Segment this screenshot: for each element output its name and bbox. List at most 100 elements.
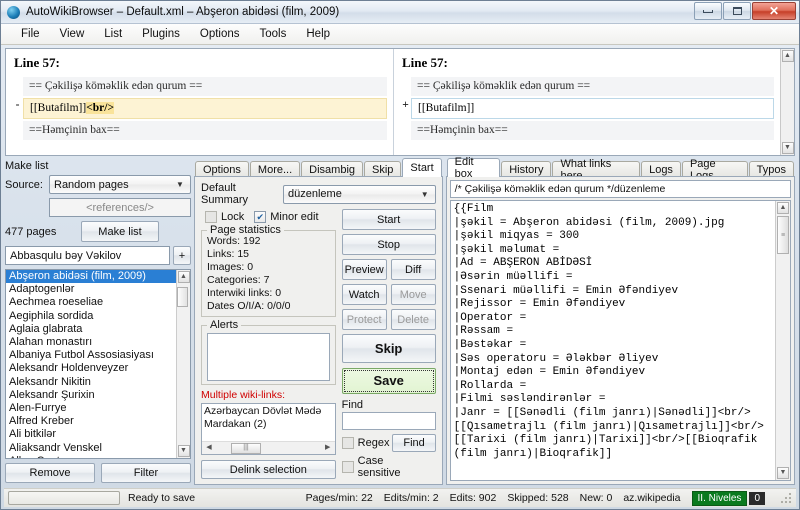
article-list-scrollbar[interactable]: ▲ ▼: [176, 270, 190, 458]
diff-row-context-after: ==Həmçinin bax==: [12, 121, 387, 140]
wikitext-editor[interactable]: {{Film |şəkil = Abşeron abidəsi (film, 2…: [449, 200, 791, 481]
diff-removed-highlight: <br/>: [86, 102, 115, 114]
list-item[interactable]: Adaptogenlər: [6, 283, 176, 296]
add-article-button[interactable]: +: [173, 246, 191, 265]
diff-button[interactable]: Diff: [390, 259, 436, 281]
watch-button[interactable]: Watch: [341, 284, 387, 306]
article-listbox[interactable]: Abşeron abidəsi (film, 2009) Adaptogenlə…: [5, 269, 191, 459]
lock-checkbox-box: [205, 211, 217, 223]
list-item[interactable]: Alen-Furrye: [6, 402, 176, 415]
list-item[interactable]: Ali bitkilər: [6, 428, 176, 441]
edit-panel: Edit box History What links here Logs Pa…: [445, 156, 795, 485]
list-item[interactable]: Aechmea roeseliae: [6, 296, 176, 309]
preview-button[interactable]: Preview: [341, 259, 387, 281]
remove-button[interactable]: Remove: [5, 463, 95, 483]
minor-edit-label: Minor edit: [270, 211, 319, 223]
diff-scrollbar[interactable]: ▲ ▼: [780, 49, 794, 155]
tab-start[interactable]: Start: [402, 158, 442, 177]
multiple-wikilinks-listbox[interactable]: Azərbaycan Dövlət Mədə Mardakan (2) ◀ ||…: [201, 403, 336, 456]
wikilinks-hscrollbar[interactable]: ◀ ||| ▶: [202, 441, 335, 455]
maximize-button[interactable]: [723, 2, 751, 20]
menu-list[interactable]: List: [94, 26, 132, 42]
wikilink-item[interactable]: Mardakan (2): [204, 418, 333, 431]
editor-scroll-up-icon[interactable]: ▲: [777, 202, 789, 214]
editor-scroll-thumb[interactable]: ≡: [777, 216, 789, 254]
regex-checkbox[interactable]: Regex: [341, 437, 389, 450]
list-scroll-up-icon[interactable]: ▲: [177, 271, 190, 283]
default-summary-select[interactable]: düzenleme ▼: [283, 184, 436, 204]
diff-scroll-down-icon[interactable]: ▼: [781, 142, 794, 154]
menu-options[interactable]: Options: [190, 26, 250, 42]
list-item[interactable]: Alfred Kreber: [6, 415, 176, 428]
tab-typos[interactable]: Typos: [748, 161, 794, 177]
add-article-input[interactable]: Abbasqulu bəy Vəkilov: [5, 246, 170, 265]
filter-button[interactable]: Filter: [101, 463, 191, 483]
list-item[interactable]: Aglaia glabrata: [6, 323, 176, 336]
list-scroll-down-icon[interactable]: ▼: [177, 445, 190, 457]
list-item[interactable]: Aleksandr Holdenveyzer: [6, 362, 176, 375]
make-list-button[interactable]: Make list: [81, 221, 159, 242]
tab-skip[interactable]: Skip: [364, 161, 402, 177]
alerts-listbox[interactable]: [207, 333, 330, 381]
menu-tools[interactable]: Tools: [250, 26, 297, 42]
tab-history[interactable]: History: [501, 161, 552, 177]
tab-disambig[interactable]: Disambig: [301, 161, 364, 177]
list-item[interactable]: Abşeron abidəsi (film, 2009): [6, 270, 176, 284]
tab-what-links-here[interactable]: What links here: [552, 158, 641, 182]
resize-grip-icon[interactable]: [780, 492, 792, 504]
diff-right-column: Line 57: == Çəkilişə köməklik edən qurum…: [392, 49, 780, 155]
menu-file[interactable]: File: [11, 26, 50, 42]
source-select[interactable]: Random pages ▼: [49, 175, 191, 194]
stat-categories: Categories: 7: [207, 274, 270, 286]
diff-row-added: + [[Butafilm]]: [400, 98, 774, 119]
delete-button[interactable]: Delete: [390, 309, 436, 331]
wikitext-content[interactable]: {{Film |şəkil = Abşeron abidəsi (film, 2…: [451, 201, 775, 480]
list-item[interactable]: Albaniya Futbol Assosiasiyası: [6, 349, 176, 362]
editor-scrollbar[interactable]: ▲ ≡ ▼: [775, 201, 790, 480]
list-scroll-thumb[interactable]: [177, 287, 188, 307]
diff-scroll-up-icon[interactable]: ▲: [781, 50, 794, 62]
hscroll-right-icon[interactable]: ▶: [322, 442, 334, 454]
find-input[interactable]: [341, 411, 436, 431]
protect-button[interactable]: Protect: [341, 309, 387, 331]
tab-more[interactable]: More...: [249, 161, 301, 177]
hscroll-left-icon[interactable]: ◀: [203, 442, 215, 454]
close-button[interactable]: ✕: [752, 2, 796, 20]
move-button[interactable]: Move: [390, 284, 436, 306]
edit-summary-line[interactable]: /* Çəkilişə köməklik edən qurum */düzenl…: [449, 180, 791, 198]
hscroll-thumb[interactable]: |||: [231, 442, 261, 454]
minimize-button[interactable]: [694, 2, 722, 20]
list-action-row: Remove Filter: [5, 463, 191, 483]
status-new: New: 0: [579, 492, 613, 504]
tab-logs[interactable]: Logs: [641, 161, 681, 177]
find-button[interactable]: Find: [392, 434, 436, 453]
status-badge: II. Niveles: [691, 490, 748, 506]
tab-page-logs[interactable]: Page Logs: [681, 158, 748, 182]
page-count-label: 477 pages: [5, 225, 57, 238]
wikilink-item[interactable]: Azərbaycan Dövlət Mədə: [204, 405, 333, 418]
stop-button[interactable]: Stop: [341, 234, 436, 256]
status-bar: Ready to save Pages/min: 22 Edits/min: 2…: [4, 488, 796, 507]
list-item[interactable]: Aliaksandr Venskel: [6, 442, 176, 455]
list-item[interactable]: Aegiphila sordida: [6, 310, 176, 323]
tab-edit-box[interactable]: Edit box: [446, 156, 501, 180]
list-param-input[interactable]: <references/>: [49, 198, 191, 217]
save-button[interactable]: Save: [341, 367, 436, 394]
minor-edit-checkbox[interactable]: ✔ Minor edit: [254, 211, 319, 223]
menu-view[interactable]: View: [50, 26, 95, 42]
list-item[interactable]: Aleksandr Şurixin: [6, 389, 176, 402]
list-item[interactable]: Alahan monastırı: [6, 336, 176, 349]
skip-button[interactable]: Skip: [341, 334, 436, 363]
start-button[interactable]: Start: [341, 209, 436, 231]
editor-scroll-down-icon[interactable]: ▼: [777, 467, 789, 479]
menu-plugins[interactable]: Plugins: [132, 26, 190, 42]
checkbox-row: Lock ✔ Minor edit: [205, 211, 336, 223]
list-item[interactable]: Allen Center: [6, 455, 176, 458]
tab-options[interactable]: Options: [195, 161, 249, 177]
start-left-column: Lock ✔ Minor edit Page statistics Words:…: [201, 209, 336, 479]
delink-selection-button[interactable]: Delink selection: [201, 460, 336, 479]
case-sensitive-checkbox[interactable]: Case sensitive: [341, 455, 426, 479]
list-item[interactable]: Aleksandr Nikitin: [6, 376, 176, 389]
lock-checkbox[interactable]: Lock: [205, 211, 244, 223]
menu-help[interactable]: Help: [296, 26, 340, 42]
